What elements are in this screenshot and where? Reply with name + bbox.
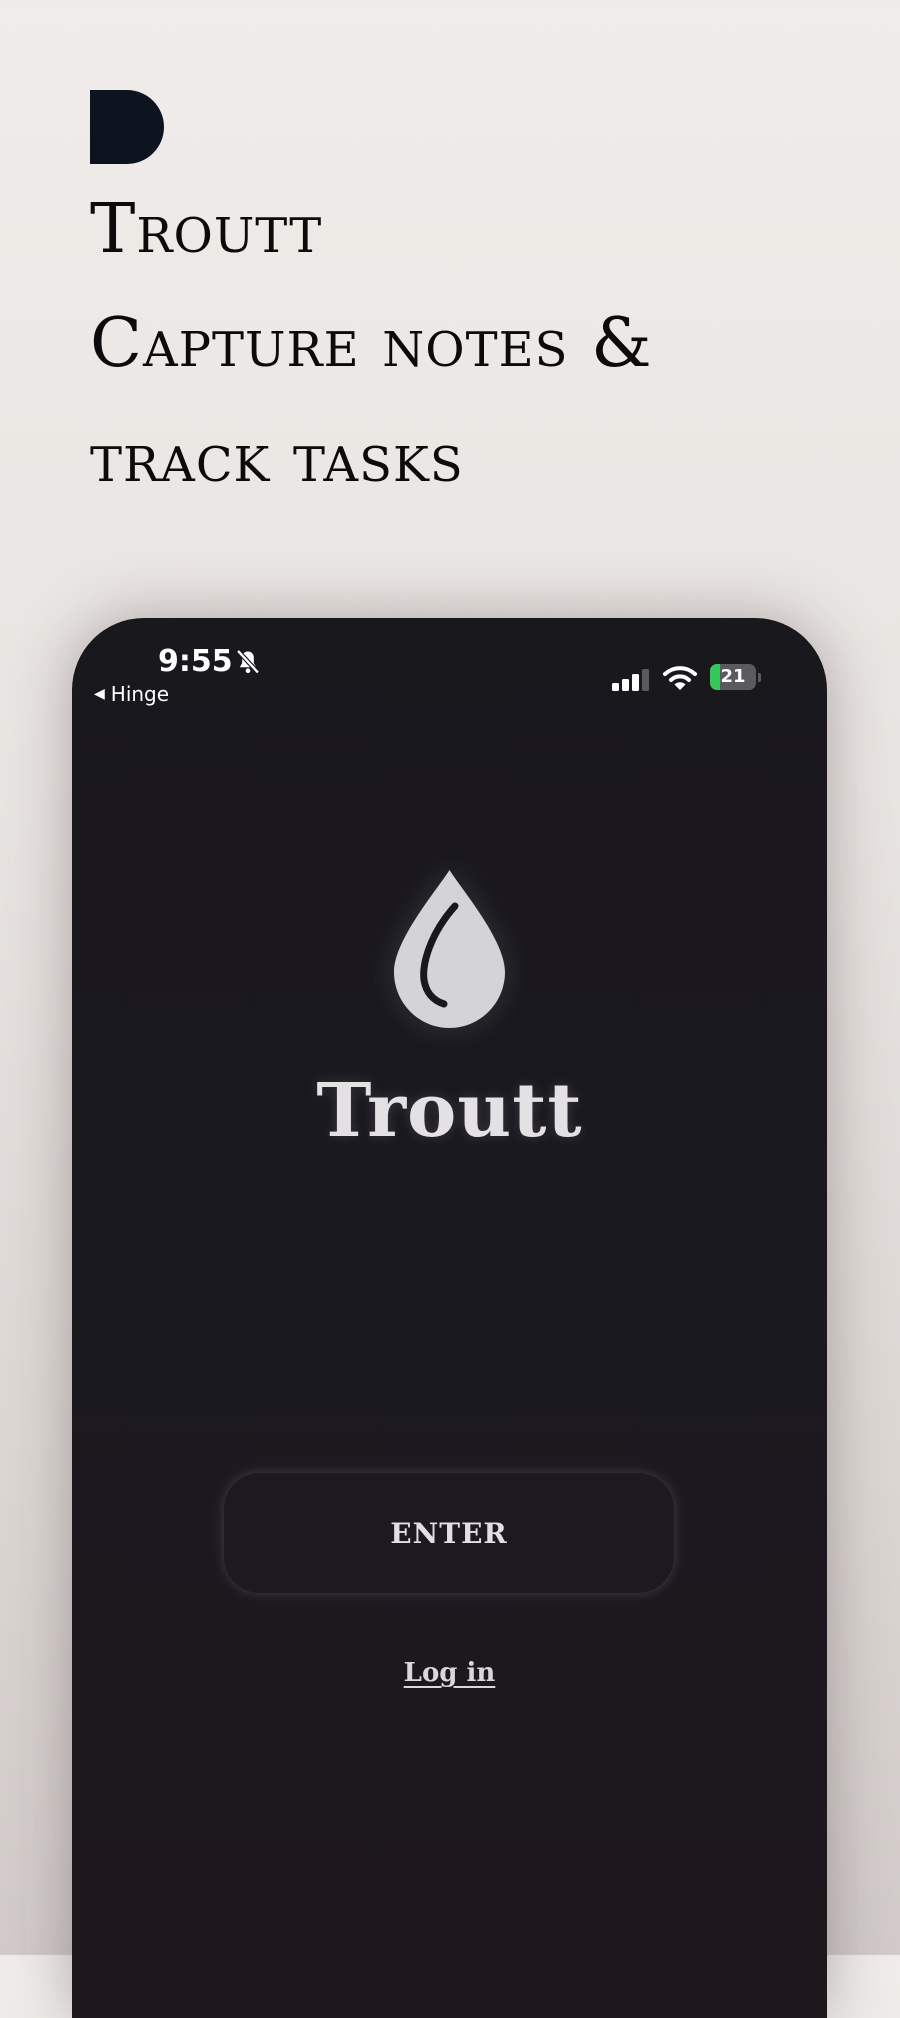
marketing-tagline-line-1: Capture notes & bbox=[90, 304, 653, 383]
brand-logo-mark bbox=[90, 90, 164, 164]
back-to-app-link[interactable]: ◀ Hinge bbox=[94, 682, 169, 706]
signal-icon bbox=[612, 669, 649, 691]
back-app-label: Hinge bbox=[110, 682, 170, 706]
login-link[interactable]: Log in bbox=[72, 1658, 827, 1688]
marketing-tagline-line-2: track tasks bbox=[90, 419, 464, 498]
water-drop-icon bbox=[394, 870, 505, 1028]
status-time: 9:55 bbox=[158, 644, 233, 679]
battery-icon: 21 bbox=[710, 664, 756, 690]
bell-slash-icon bbox=[236, 649, 260, 675]
enter-button[interactable]: ENTER bbox=[224, 1473, 674, 1593]
wifi-icon bbox=[663, 666, 697, 690]
back-triangle-icon: ◀ bbox=[94, 686, 105, 702]
phone-screen: 9:55 ◀ Hinge 21 Troutt ENTER Log in bbox=[72, 618, 827, 2018]
marketing-title: Troutt bbox=[90, 190, 323, 269]
app-name: Troutt bbox=[316, 1068, 583, 1154]
battery-percent: 21 bbox=[720, 666, 746, 687]
battery-cap bbox=[758, 673, 761, 682]
